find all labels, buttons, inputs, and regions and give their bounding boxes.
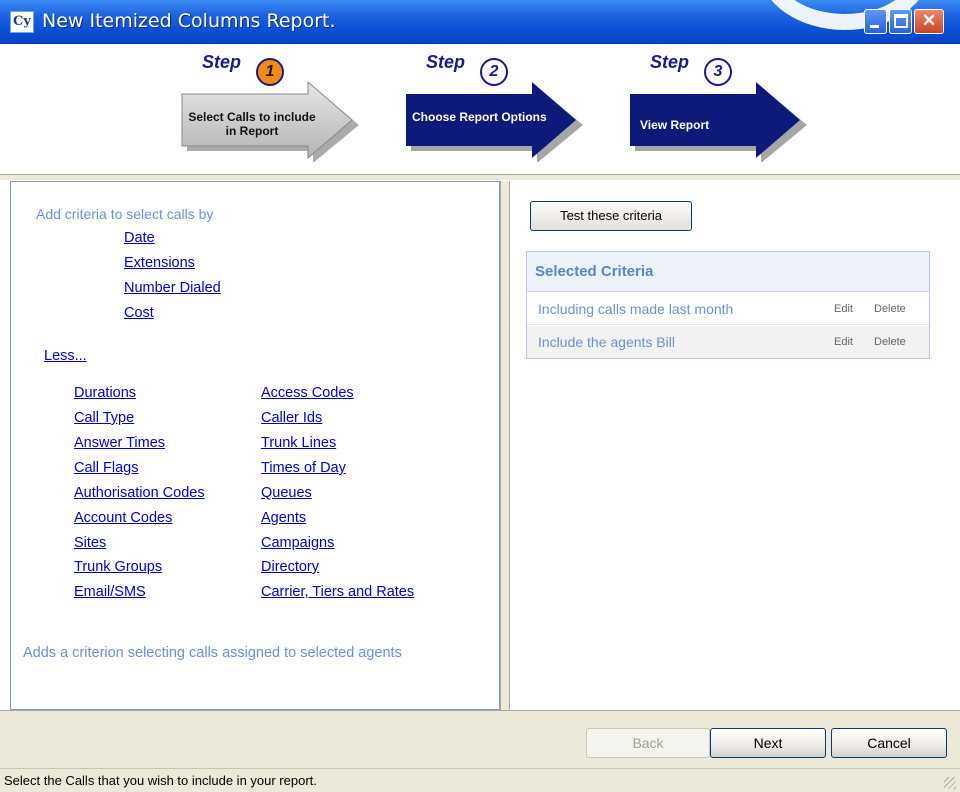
link-agents[interactable]: Agents <box>261 510 306 526</box>
link-queues[interactable]: Queues <box>261 485 312 501</box>
link-account-codes[interactable]: Account Codes <box>74 510 172 526</box>
wizard-button-bar: Back Next Cancel <box>0 710 960 768</box>
edit-link[interactable]: Edit <box>834 303 853 315</box>
criteria-text: Including calls made last month <box>538 301 734 317</box>
link-call-flags[interactable]: Call Flags <box>74 460 138 476</box>
window-title: New Itemized Columns Report. <box>42 10 336 32</box>
link-sites[interactable]: Sites <box>74 535 106 551</box>
criteria-row: Including calls made last month Edit Del… <box>527 293 929 325</box>
link-directory[interactable]: Directory <box>261 559 319 575</box>
link-durations[interactable]: Durations <box>74 385 136 401</box>
step-word: Step <box>202 52 242 72</box>
selected-criteria-table: Selected Criteria Including calls made l… <box>526 251 930 359</box>
maximize-icon <box>894 14 908 28</box>
cancel-button[interactable]: Cancel <box>831 728 947 758</box>
app-logo-icon: Cy <box>10 11 34 33</box>
status-bar: Select the Calls that you wish to includ… <box>0 768 960 792</box>
selected-criteria-panel: Test these criteria Selected Criteria In… <box>510 181 960 710</box>
link-trunk-lines[interactable]: Trunk Lines <box>261 435 336 451</box>
link-caller-ids[interactable]: Caller Ids <box>261 410 322 426</box>
link-trunk-groups[interactable]: Trunk Groups <box>74 559 162 575</box>
criteria-title: Selected Criteria <box>535 263 654 280</box>
step-number: 2 <box>480 58 508 86</box>
close-button[interactable]: ✕ <box>914 9 944 34</box>
panel-splitter[interactable] <box>500 181 510 710</box>
step-label: View Report <box>640 118 710 132</box>
link-cost[interactable]: Cost <box>124 305 154 321</box>
less-link[interactable]: Less... <box>44 348 87 364</box>
step-3[interactable]: Step 3 View Report <box>628 52 808 164</box>
link-carrier-tiers-rates[interactable]: Carrier, Tiers and Rates <box>261 584 414 600</box>
delete-link[interactable]: Delete <box>874 336 906 348</box>
title-bar[interactable]: Cy New Itemized Columns Report. ✕ <box>0 0 960 44</box>
link-number-dialed[interactable]: Number Dialed <box>124 280 221 296</box>
step-2[interactable]: Step 2 Choose Report Options <box>404 52 584 164</box>
link-times-of-day[interactable]: Times of Day <box>261 460 346 476</box>
criterion-description: Adds a criterion selecting calls assigne… <box>23 645 402 661</box>
edit-link[interactable]: Edit <box>834 336 853 348</box>
step-label: Select Calls to include in Report <box>188 110 316 138</box>
criteria-text: Include the agents Bill <box>538 334 675 350</box>
criteria-picker-panel: Add criteria to select calls by Date Ext… <box>10 181 500 710</box>
criteria-row: Include the agents Bill Edit Delete <box>527 326 929 358</box>
step-number: 3 <box>704 58 732 86</box>
status-text: Select the Calls that you wish to includ… <box>4 773 317 788</box>
link-answer-times[interactable]: Answer Times <box>74 435 165 451</box>
test-criteria-button[interactable]: Test these criteria <box>530 201 692 231</box>
step-label: Choose Report Options <box>412 110 547 124</box>
maximize-button[interactable] <box>889 9 912 34</box>
minimize-button[interactable] <box>864 9 887 34</box>
criteria-header: Selected Criteria <box>527 252 929 292</box>
link-access-codes[interactable]: Access Codes <box>261 385 354 401</box>
criteria-hint: Add criteria to select calls by <box>36 206 214 222</box>
step-word: Step <box>650 52 690 72</box>
link-extensions[interactable]: Extensions <box>124 255 195 271</box>
wizard-steps: Step 1 Select Calls to include in Report… <box>0 44 960 174</box>
link-date[interactable]: Date <box>124 230 155 246</box>
link-campaigns[interactable]: Campaigns <box>261 535 334 551</box>
close-icon: ✕ <box>921 11 937 30</box>
delete-link[interactable]: Delete <box>874 303 906 315</box>
link-call-type[interactable]: Call Type <box>74 410 134 426</box>
back-button[interactable]: Back <box>586 728 710 758</box>
resize-grip-icon[interactable] <box>944 777 956 789</box>
step-1[interactable]: Step 1 Select Calls to include in Report <box>180 52 360 164</box>
header-divider <box>0 174 960 180</box>
next-button[interactable]: Next <box>710 728 826 758</box>
link-authorisation-codes[interactable]: Authorisation Codes <box>74 485 205 501</box>
minimize-icon <box>870 25 879 28</box>
step-word: Step <box>426 52 466 72</box>
step-number: 1 <box>256 58 284 86</box>
link-email-sms[interactable]: Email/SMS <box>74 584 146 600</box>
